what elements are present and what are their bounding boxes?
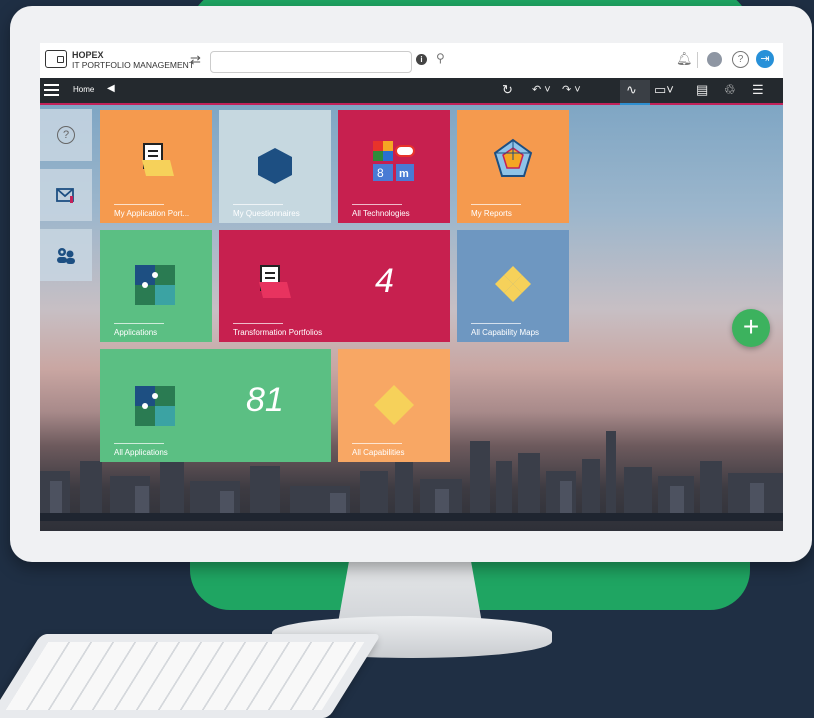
monitor-icon[interactable]: ▭˅ bbox=[654, 82, 674, 98]
tile-label: Applications bbox=[114, 328, 158, 337]
app-subtitle: IT PORTFOLIO MANAGEMENT bbox=[72, 60, 195, 70]
top-bar: HOPEX IT PORTFOLIO MANAGEMENT ⇄ i ⚲ 🔔︎ ?… bbox=[40, 43, 783, 79]
tile-label: My Reports bbox=[471, 209, 512, 218]
bell-icon[interactable]: 🔔︎ bbox=[676, 51, 693, 67]
app-screen: HOPEX IT PORTFOLIO MANAGEMENT ⇄ i ⚲ 🔔︎ ?… bbox=[40, 43, 783, 531]
tile-all-capabilities[interactable]: All Capabilities bbox=[338, 349, 450, 462]
tile-my-questionnaires[interactable]: My Questionnaires bbox=[219, 110, 331, 223]
app-title: HOPEX bbox=[72, 50, 104, 60]
add-button[interactable]: + bbox=[732, 309, 770, 347]
tile-my-application-portfolios[interactable]: My Application Port... bbox=[100, 110, 212, 223]
tile-all-applications[interactable]: 81 All Applications bbox=[100, 349, 331, 462]
breadcrumb-home[interactable]: Home bbox=[73, 85, 94, 94]
tile-transformation-portfolios[interactable]: 4 Transformation Portfolios bbox=[219, 230, 450, 342]
users-settings-icon bbox=[57, 248, 75, 264]
info-icon[interactable]: i bbox=[416, 54, 427, 65]
tile-label: All Applications bbox=[114, 448, 168, 457]
tile-label: All Technologies bbox=[352, 209, 410, 218]
document-folder-icon bbox=[259, 265, 291, 298]
hamburger-menu-icon[interactable] bbox=[44, 84, 59, 96]
sidebar-help-button[interactable]: ? bbox=[40, 109, 92, 161]
diamond-icon bbox=[374, 385, 414, 425]
tile-label: My Questionnaires bbox=[233, 209, 300, 218]
technology-grid-icon: 8 m bbox=[373, 141, 415, 181]
switch-icon[interactable]: ⇄ bbox=[190, 52, 201, 68]
tile-label: All Capability Maps bbox=[471, 328, 540, 337]
recycle-icon[interactable]: ♲ bbox=[724, 82, 736, 98]
tile-all-technologies[interactable]: 8 m All Technologies bbox=[338, 110, 450, 223]
help-icon: ? bbox=[57, 126, 75, 144]
edit-document-icon[interactable]: ▤ bbox=[696, 82, 708, 98]
radar-chart-icon bbox=[493, 138, 533, 177]
search-icon[interactable]: ⚲ bbox=[436, 51, 445, 65]
tile-label: Transformation Portfolios bbox=[233, 328, 323, 337]
keyboard bbox=[0, 634, 382, 718]
refresh-icon[interactable]: ↻ bbox=[502, 82, 513, 98]
tile-count: 81 bbox=[246, 381, 284, 419]
document-list-icon[interactable]: ☰ bbox=[752, 82, 764, 98]
document-folder-icon bbox=[142, 143, 174, 176]
tile-all-capability-maps[interactable]: All Capability Maps bbox=[457, 230, 569, 342]
svg-text:8: 8 bbox=[377, 166, 384, 180]
puzzle-icon bbox=[135, 265, 175, 305]
tile-label: All Capabilities bbox=[352, 448, 405, 457]
tile-my-reports[interactable]: My Reports bbox=[457, 110, 569, 223]
svg-text:m: m bbox=[399, 168, 409, 180]
logout-icon[interactable]: ⇥ bbox=[756, 50, 774, 68]
redo-icon[interactable]: ↷ ˅ bbox=[562, 83, 581, 96]
wallet-logo-icon bbox=[45, 50, 67, 68]
help-icon[interactable]: ? bbox=[732, 51, 749, 68]
sidebar-mail-button[interactable] bbox=[40, 169, 92, 221]
mail-icon bbox=[56, 188, 74, 203]
user-avatar-icon[interactable] bbox=[707, 52, 722, 67]
sidebar-users-button[interactable] bbox=[40, 229, 92, 281]
share-icon[interactable]: ◀ bbox=[107, 83, 115, 94]
search-input[interactable] bbox=[210, 51, 412, 73]
activity-icon[interactable]: ∿ bbox=[626, 82, 637, 98]
diamond-grid-icon bbox=[495, 266, 531, 302]
tile-label: My Application Port... bbox=[114, 209, 190, 218]
puzzle-icon bbox=[135, 386, 175, 426]
divider bbox=[697, 52, 698, 68]
hexagon-icon bbox=[258, 148, 292, 184]
nav-bar: Home ◀ ↻ ↶ ˅ ↷ ˅ ∿ ▭˅ ▤ ♲ ☰ bbox=[40, 78, 783, 105]
tile-applications[interactable]: Applications bbox=[100, 230, 212, 342]
undo-icon[interactable]: ↶ ˅ bbox=[532, 83, 551, 96]
tile-count: 4 bbox=[375, 262, 394, 300]
